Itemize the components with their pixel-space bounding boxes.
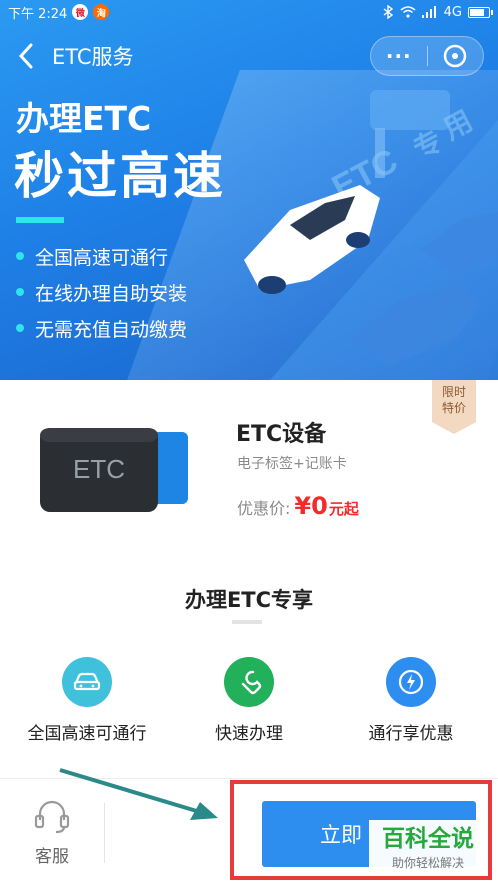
etc-device-image: ETC	[40, 428, 188, 512]
lightning-icon	[386, 657, 436, 707]
close-button[interactable]	[428, 43, 484, 69]
price-label: 优惠价:	[237, 499, 291, 518]
car-icon	[62, 657, 112, 707]
watermark-subtitle: 助你轻松解决	[391, 855, 464, 870]
wrench-icon	[224, 657, 274, 707]
benefit-nationwide: 全国高速可通行	[4, 657, 170, 744]
hero-accent-line	[16, 217, 64, 223]
white-car-icon	[244, 185, 380, 294]
weibo-icon: 微	[72, 4, 89, 20]
back-button[interactable]	[0, 24, 52, 88]
benefits-title: 办理ETC专享	[184, 588, 314, 612]
feature-item: 在线办理自助安装	[16, 274, 187, 310]
status-bar: 下午 2:24 微 淘 4G	[0, 0, 498, 24]
price-unit: 元起	[328, 500, 359, 518]
hero-subtitle: 办理ETC	[16, 99, 152, 138]
signal-icon	[421, 6, 436, 18]
back-arrow-icon	[18, 43, 33, 69]
bluetooth-icon	[383, 5, 393, 19]
customer-service-button[interactable]: 客服	[0, 779, 104, 884]
limited-offer-tag: 限时 特价	[432, 380, 476, 434]
device-etc-label: ETC	[73, 454, 125, 484]
mini-program-capsule: ···	[370, 36, 484, 76]
benefit-label: 通行享优惠	[368, 724, 454, 744]
product-name: ETC设备	[236, 422, 327, 447]
hero-title: 秒过高速	[14, 147, 226, 205]
benefit-label: 全国高速可通行	[27, 724, 147, 744]
battery-icon	[468, 6, 493, 18]
bullet-icon	[16, 324, 24, 332]
benefits-divider	[232, 620, 262, 624]
etc-road-illustration: ETC 用 专	[244, 90, 498, 380]
road-text-2: 专	[408, 124, 448, 166]
taobao-icon: 淘	[93, 4, 110, 20]
price-row: 优惠价: ¥0 元起	[237, 492, 359, 520]
customer-service-label: 客服	[35, 846, 69, 867]
headset-icon	[34, 800, 70, 833]
bullet-icon	[16, 252, 24, 260]
benefit-fast: 快速办理	[166, 657, 332, 744]
close-circle-icon	[444, 44, 467, 68]
product-description: 电子标签+记账卡	[237, 456, 347, 472]
more-button[interactable]: ···	[371, 36, 427, 76]
feature-item: 无需充值自动缴费	[16, 310, 187, 346]
bottom-divider	[104, 803, 105, 863]
bullet-icon	[16, 288, 24, 296]
status-time: 下午 2:24	[8, 6, 68, 22]
watermark: 百科全说 助你轻松解决	[369, 820, 487, 876]
price-value: ¥0	[294, 492, 328, 520]
benefit-label: 快速办理	[215, 724, 283, 744]
nav-bar: ETC服务 ···	[0, 24, 498, 88]
watermark-title: 百科全说	[382, 825, 474, 852]
wifi-icon	[400, 6, 416, 18]
feature-list: 全国高速可通行 在线办理自助安装 无需充值自动缴费	[16, 238, 187, 346]
feature-item: 全国高速可通行	[16, 238, 187, 274]
network-type: 4G	[443, 4, 462, 20]
benefit-discount: 通行享优惠	[328, 657, 494, 744]
page-title: ETC服务	[52, 45, 134, 69]
